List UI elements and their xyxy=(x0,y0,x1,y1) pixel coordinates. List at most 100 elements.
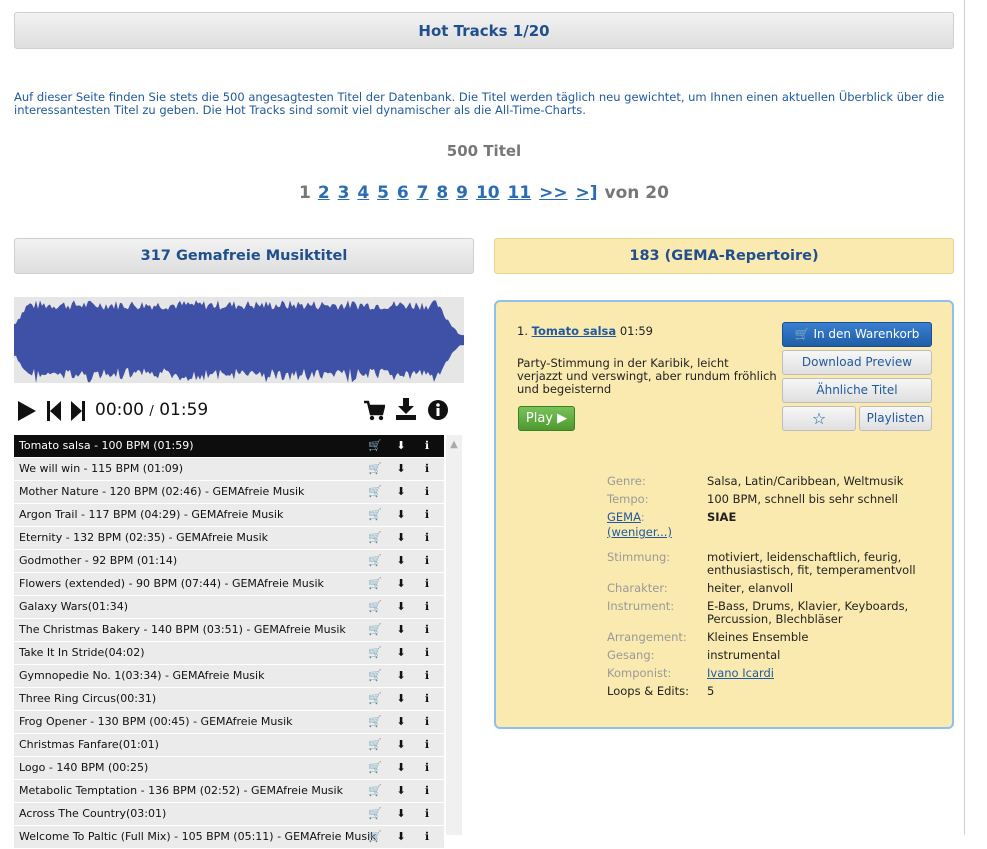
track-row[interactable]: Logo - 140 BPM (00:25) 🛒 ⬇ ℹ xyxy=(14,757,444,779)
info-icon[interactable]: ℹ xyxy=(414,573,440,595)
pager-page-6[interactable]: 6 xyxy=(397,183,409,203)
scroll-up-icon[interactable]: ▲ xyxy=(446,439,462,450)
add-to-cart-button[interactable]: 🛒 In den Warenkorb xyxy=(782,322,932,347)
download-icon[interactable]: ⬇ xyxy=(388,803,414,825)
cart-icon[interactable]: 🛒 xyxy=(362,550,388,572)
cart-icon[interactable]: 🛒 xyxy=(362,803,388,825)
download-icon[interactable]: ⬇ xyxy=(388,458,414,480)
track-row[interactable]: Welcome To Paltic (Full Mix) - 105 BPM (… xyxy=(14,826,444,848)
cart-icon[interactable]: 🛒 xyxy=(362,596,388,618)
info-icon[interactable]: ℹ xyxy=(414,688,440,710)
cart-icon[interactable]: 🛒 xyxy=(362,458,388,480)
cart-icon[interactable]: 🛒 xyxy=(362,619,388,641)
info-icon[interactable]: ℹ xyxy=(414,550,440,572)
track-row[interactable]: Tomato salsa - 100 BPM (01:59) 🛒 ⬇ ℹ xyxy=(14,435,444,457)
track-row[interactable]: Gymnopedie No. 1(03:34) - GEMAfreie Musi… xyxy=(14,665,444,687)
download-icon[interactable]: ⬇ xyxy=(388,481,414,503)
cart-icon[interactable]: 🛒 xyxy=(362,481,388,503)
info-icon[interactable]: ℹ xyxy=(414,458,440,480)
cart-icon[interactable]: 🛒 xyxy=(362,734,388,756)
cart-icon[interactable]: 🛒 xyxy=(362,757,388,779)
download-icon[interactable]: ⬇ xyxy=(388,688,414,710)
track-row[interactable]: Take It In Stride(04:02) 🛒 ⬇ ℹ xyxy=(14,642,444,664)
info-icon[interactable]: ℹ xyxy=(414,481,440,503)
info-icon[interactable]: ℹ xyxy=(414,711,440,733)
waveform[interactable] xyxy=(14,297,464,384)
download-icon[interactable]: ⬇ xyxy=(388,780,414,802)
cart-icon[interactable]: 🛒 xyxy=(362,711,388,733)
info-icon[interactable]: ℹ xyxy=(414,734,440,756)
cart-icon[interactable]: 🛒 xyxy=(362,780,388,802)
pager-page-5[interactable]: 5 xyxy=(377,183,389,203)
cart-icon[interactable] xyxy=(363,400,385,422)
info-icon[interactable]: ℹ xyxy=(414,642,440,664)
download-icon[interactable]: ⬇ xyxy=(388,665,414,687)
pager-last[interactable]: >] xyxy=(576,183,598,203)
info-icon[interactable]: ℹ xyxy=(414,527,440,549)
info-icon[interactable]: ℹ xyxy=(414,803,440,825)
info-icon[interactable] xyxy=(427,399,449,421)
track-row[interactable]: Mother Nature - 120 BPM (02:46) - GEMAfr… xyxy=(14,481,444,503)
info-icon[interactable]: ℹ xyxy=(414,757,440,779)
download-icon[interactable] xyxy=(395,397,417,421)
download-icon[interactable]: ⬇ xyxy=(388,757,414,779)
pager-page-7[interactable]: 7 xyxy=(417,183,429,203)
pager-page-2[interactable]: 2 xyxy=(318,183,330,203)
download-preview-button[interactable]: Download Preview xyxy=(782,350,932,375)
cart-icon[interactable]: 🛒 xyxy=(362,527,388,549)
tab-gema[interactable]: 183 (GEMA-Repertoire) xyxy=(494,238,954,274)
pager-page-10[interactable]: 10 xyxy=(476,183,500,203)
track-row[interactable]: Christmas Fanfare(01:01) 🛒 ⬇ ℹ xyxy=(14,734,444,756)
play-button[interactable]: Play ▶ xyxy=(518,406,575,431)
less-link[interactable]: (weniger...) xyxy=(607,526,707,539)
download-icon[interactable]: ⬇ xyxy=(388,826,414,848)
cart-icon[interactable]: 🛒 xyxy=(362,435,388,457)
track-row[interactable]: Frog Opener - 130 BPM (00:45) - GEMAfrei… xyxy=(14,711,444,733)
track-row[interactable]: Three Ring Circus(00:31) 🛒 ⬇ ℹ xyxy=(14,688,444,710)
pager-page-9[interactable]: 9 xyxy=(456,183,468,203)
download-icon[interactable]: ⬇ xyxy=(388,435,414,457)
track-row[interactable]: Across The Country(03:01) 🛒 ⬇ ℹ xyxy=(14,803,444,825)
download-icon[interactable]: ⬇ xyxy=(388,573,414,595)
skip-forward-icon[interactable] xyxy=(70,400,86,422)
info-icon[interactable]: ℹ xyxy=(414,435,440,457)
cart-icon[interactable]: 🛒 xyxy=(362,688,388,710)
cart-icon[interactable]: 🛒 xyxy=(362,826,388,848)
download-icon[interactable]: ⬇ xyxy=(388,596,414,618)
info-icon[interactable]: ℹ xyxy=(414,504,440,526)
composer-link[interactable]: Ivano Icardi xyxy=(707,667,927,680)
track-row[interactable]: Metabolic Temptation - 136 BPM (02:52) -… xyxy=(14,780,444,802)
tracklist-scrollbar[interactable]: ▲ xyxy=(446,435,462,835)
detail-title-link[interactable]: Tomato salsa xyxy=(532,324,617,338)
download-icon[interactable]: ⬇ xyxy=(388,504,414,526)
track-row[interactable]: Galaxy Wars(01:34) 🛒 ⬇ ℹ xyxy=(14,596,444,618)
info-icon[interactable]: ℹ xyxy=(414,596,440,618)
download-icon[interactable]: ⬇ xyxy=(388,642,414,664)
tab-gemafrei[interactable]: 317 Gemafreie Musiktitel xyxy=(14,238,474,274)
track-row[interactable]: Eternity - 132 BPM (02:35) - GEMAfreie M… xyxy=(14,527,444,549)
download-icon[interactable]: ⬇ xyxy=(388,619,414,641)
pager-page-4[interactable]: 4 xyxy=(357,183,369,203)
track-row[interactable]: Flowers (extended) - 90 BPM (07:44) - GE… xyxy=(14,573,444,595)
download-icon[interactable]: ⬇ xyxy=(388,550,414,572)
download-icon[interactable]: ⬇ xyxy=(388,734,414,756)
pager-page-8[interactable]: 8 xyxy=(436,183,448,203)
gema-link[interactable]: GEMA xyxy=(607,510,641,524)
pager-next[interactable]: >> xyxy=(539,183,568,203)
info-icon[interactable]: ℹ xyxy=(414,619,440,641)
track-row[interactable]: Argon Trail - 117 BPM (04:29) - GEMAfrei… xyxy=(14,504,444,526)
play-icon[interactable] xyxy=(17,400,37,422)
pager-page-3[interactable]: 3 xyxy=(338,183,350,203)
similar-titles-button[interactable]: Ähnliche Titel xyxy=(782,378,932,403)
track-row[interactable]: Godmother - 92 BPM (01:14) 🛒 ⬇ ℹ xyxy=(14,550,444,572)
cart-icon[interactable]: 🛒 xyxy=(362,665,388,687)
favorite-button[interactable]: ☆ xyxy=(782,406,856,431)
cart-icon[interactable]: 🛒 xyxy=(362,642,388,664)
track-row[interactable]: We will win - 115 BPM (01:09) 🛒 ⬇ ℹ xyxy=(14,458,444,480)
download-icon[interactable]: ⬇ xyxy=(388,711,414,733)
track-row[interactable]: The Christmas Bakery - 140 BPM (03:51) -… xyxy=(14,619,444,641)
download-icon[interactable]: ⬇ xyxy=(388,527,414,549)
info-icon[interactable]: ℹ xyxy=(414,826,440,848)
info-icon[interactable]: ℹ xyxy=(414,780,440,802)
playlists-button[interactable]: Playlisten xyxy=(859,406,932,431)
